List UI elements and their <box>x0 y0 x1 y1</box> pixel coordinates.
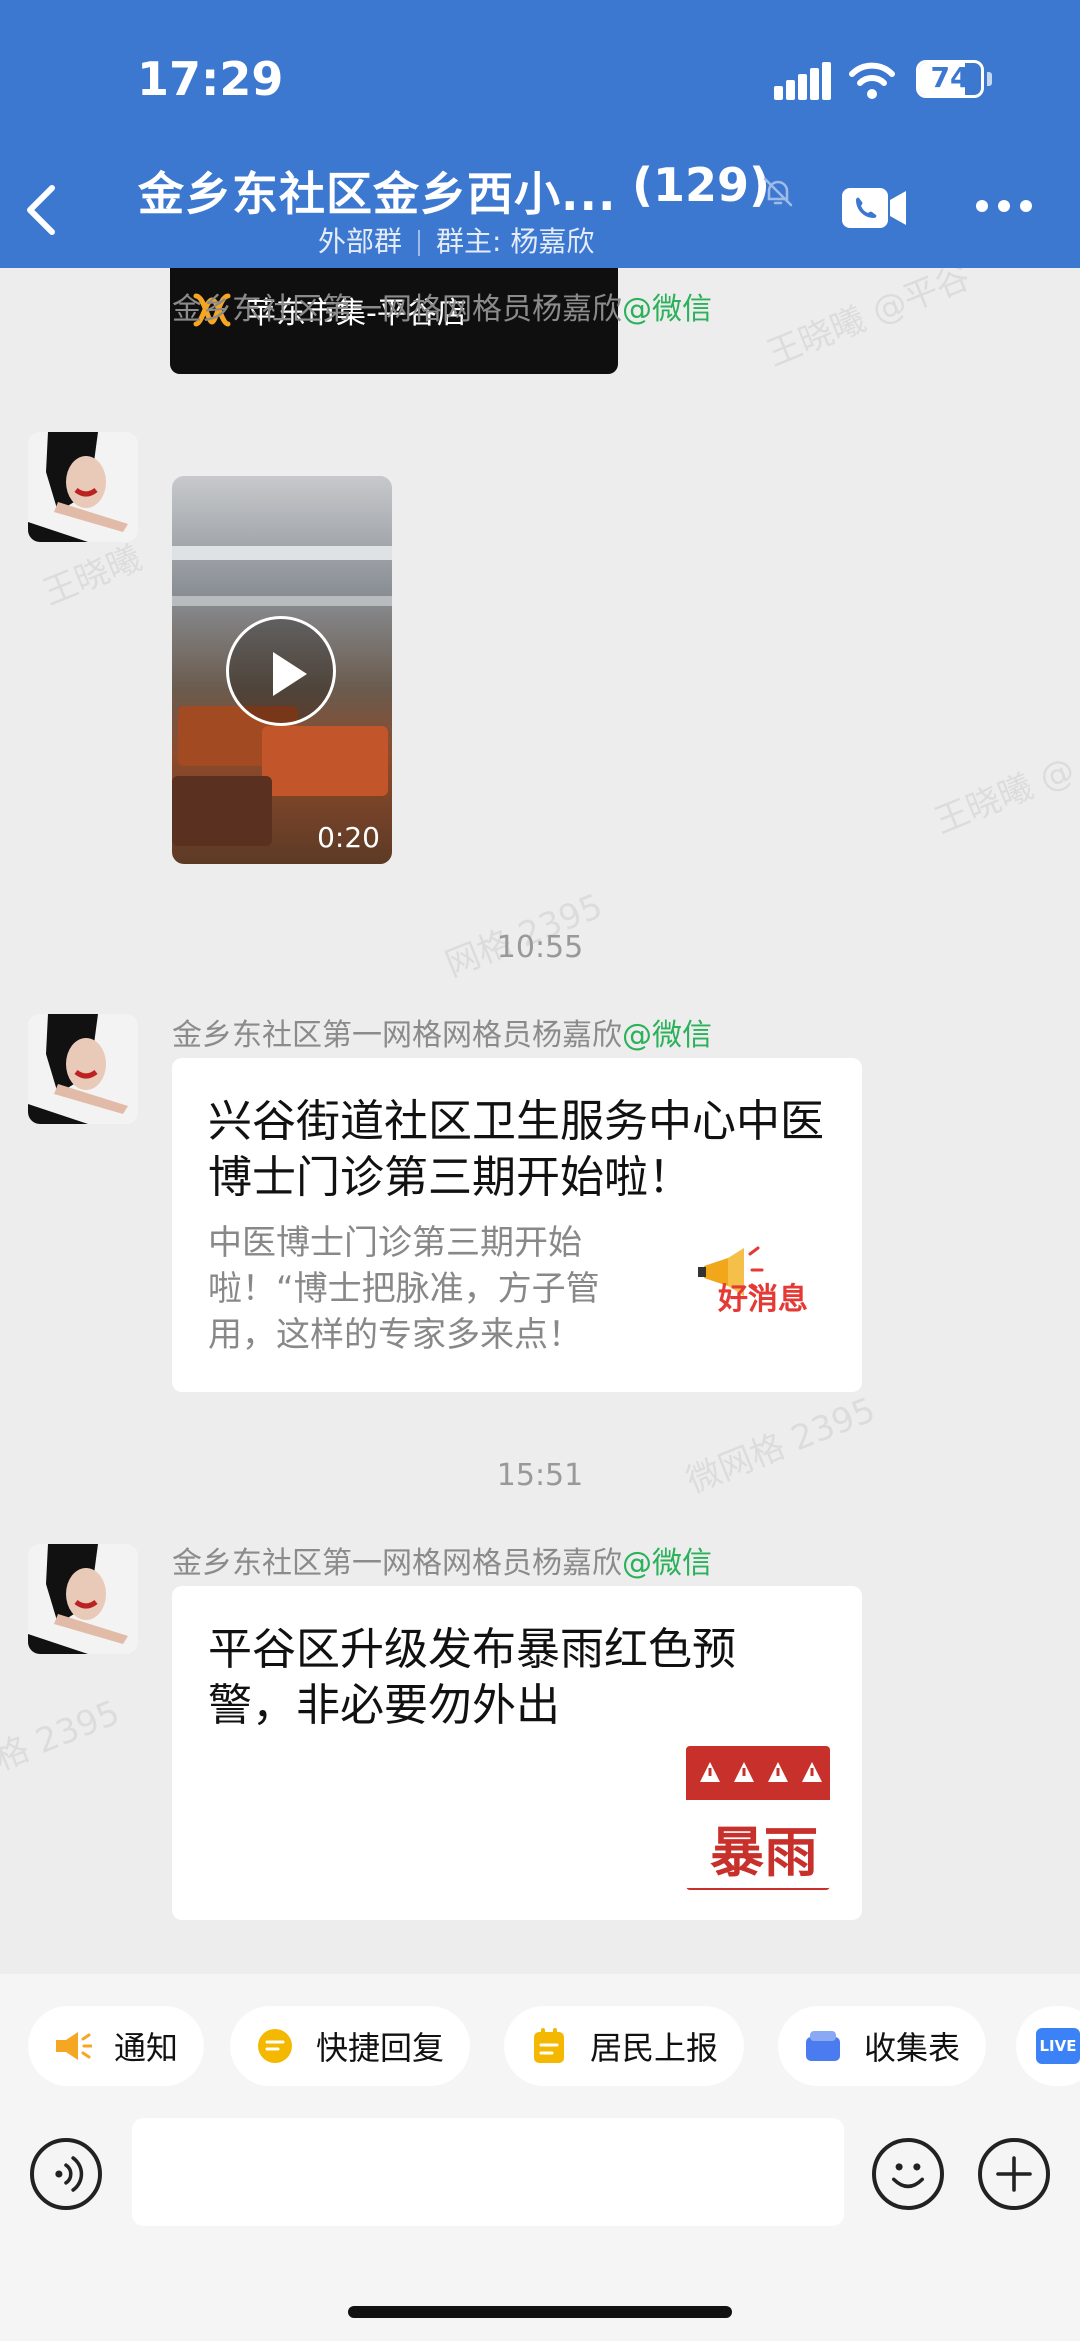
link-title: 平谷区升级发布暴雨红色预警，非必要勿外出 <box>208 1624 736 1731</box>
link-card-rainstorm[interactable]: 平谷区升级发布暴雨红色预警，非必要勿外出 暴雨 <box>172 1586 862 1920</box>
sender-name: 金乡东社区第一网格网格员杨嘉欣@微信 <box>172 1018 712 1053</box>
chip-label: 通知 <box>114 2029 179 2067</box>
avatar-image <box>28 1014 138 1124</box>
watermark: 王晓曦 @平谷 <box>761 268 976 375</box>
sender-name: 金乡东社区第一网格网格员杨嘉欣@微信 <box>172 1546 712 1581</box>
wifi-icon <box>849 62 895 99</box>
back-button[interactable] <box>16 180 66 240</box>
cellular-signal-icon <box>774 62 831 100</box>
video-message[interactable]: 0:20 <box>172 476 392 864</box>
link-card-health-center[interactable]: 兴谷街道社区卫生服务中心中医博士门诊第三期开始啦！ 中医博士门诊第三期开始啦！“… <box>172 1058 862 1392</box>
video-frame-detail <box>172 596 392 606</box>
play-icon <box>273 652 307 696</box>
video-call-icon[interactable] <box>842 186 908 230</box>
more-attachments-button[interactable] <box>978 2138 1050 2210</box>
quick-action-quick-reply[interactable]: 快捷回复 <box>230 2006 471 2086</box>
timestamp: 10:55 <box>496 930 584 965</box>
thumbnail-label: 好消息 <box>718 1282 808 1317</box>
link-description: 中医博士门诊第三期开始啦！“博士把脉准，方子管用，这样的专家多来点！ <box>208 1223 600 1355</box>
chip-label: 居民上报 <box>590 2029 719 2067</box>
battery-tip <box>987 72 992 86</box>
avatar-image <box>28 432 138 542</box>
input-area: 通知 快捷回复 居民上报 收集表 LIVE <box>0 1974 1080 2341</box>
quick-action-live[interactable]: LIVE <box>1016 2006 1080 2086</box>
home-indicator <box>348 2306 732 2318</box>
quick-action-notice[interactable]: 通知 <box>28 2006 205 2086</box>
quick-action-collection-form[interactable]: 收集表 <box>778 2006 987 2086</box>
link-title: 兴谷街道社区卫生服务中心中医博士门诊第三期开始啦！ <box>208 1096 824 1203</box>
watermark: 王晓曦 <box>37 538 148 614</box>
avatar-image <box>28 1544 138 1654</box>
live-icon: LIVE <box>1036 2028 1080 2064</box>
thumbnail-label: 暴雨 <box>710 1821 818 1884</box>
emoji-button[interactable] <box>872 2138 944 2210</box>
quick-reply-icon <box>258 2029 292 2063</box>
warning-triangles-icon <box>700 1762 822 1782</box>
chat-subtitle: 外部群 群主: 杨嘉欣 <box>318 220 594 260</box>
wechat-tag: @微信 <box>622 1018 712 1053</box>
avatar[interactable] <box>28 1544 138 1654</box>
more-options-button[interactable] <box>976 200 1032 220</box>
group-owner: 群主: 杨嘉欣 <box>436 225 595 258</box>
watermark: 王晓曦 @ <box>929 749 1080 842</box>
chip-label: 收集表 <box>864 2029 961 2067</box>
avatar[interactable] <box>28 432 138 542</box>
video-frame-detail <box>172 776 272 846</box>
video-frame-detail <box>262 726 388 796</box>
chat-header: 17:29 74 金乡东社区金乡西小... (129) 外部群 群主: 杨嘉欣 <box>0 0 1080 268</box>
chip-label: 快捷回复 <box>316 2029 445 2067</box>
chat-title[interactable]: 金乡东社区金乡西小... <box>138 158 616 224</box>
clipboard-icon <box>534 2028 564 2063</box>
voice-input-button[interactable] <box>30 2138 102 2210</box>
wechat-tag: @微信 <box>622 292 712 327</box>
video-duration: 0:20 <box>317 821 380 854</box>
member-count: (129) <box>632 158 771 212</box>
battery-icon: 74 <box>916 60 984 98</box>
avatar[interactable] <box>28 1014 138 1124</box>
rainstorm-thumbnail: 暴雨 <box>686 1746 830 1890</box>
chat-message-list[interactable]: 王晓曦 @平谷 王晓曦 王晓曦 @ 网格 2395 微网格 2395 格 239… <box>0 268 1080 1974</box>
external-group-tag: 外部群 <box>318 225 403 258</box>
collection-form-icon <box>806 2031 840 2061</box>
quick-action-resident-report[interactable]: 居民上报 <box>504 2006 745 2086</box>
status-time: 17:29 <box>137 52 284 106</box>
play-button[interactable] <box>226 616 336 726</box>
mute-bell-icon <box>763 177 793 207</box>
battery-level: 74 <box>930 61 970 94</box>
good-news-thumbnail: 好消息 <box>698 1236 830 1328</box>
sender-name: 金乡东社区第一网格网格员杨嘉欣@微信 <box>172 292 712 327</box>
message-input[interactable] <box>132 2118 844 2226</box>
megaphone-icon <box>56 2032 92 2060</box>
video-frame-detail <box>172 546 392 560</box>
timestamp: 15:51 <box>496 1458 584 1493</box>
wechat-tag: @微信 <box>622 1546 712 1581</box>
watermark: 格 2395 <box>0 1692 126 1779</box>
